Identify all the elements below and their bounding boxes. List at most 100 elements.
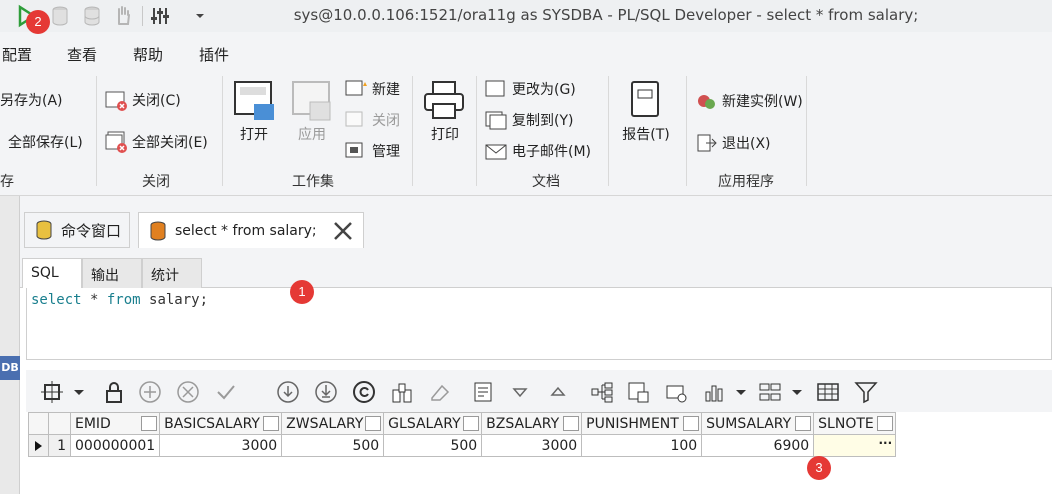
cell-bzsalary[interactable]: 3000 <box>481 434 583 457</box>
menu-item-help[interactable]: 帮助 <box>133 44 163 65</box>
save-all-button[interactable]: 全部保存(L) <box>8 132 83 152</box>
close-workset-icon <box>344 109 368 131</box>
cell-zwsalary[interactable]: 500 <box>281 434 385 457</box>
chart-icon[interactable] <box>702 380 726 404</box>
save-as-button[interactable]: 另存为(A) <box>0 90 63 110</box>
sort-down-icon[interactable] <box>508 380 532 404</box>
grid-view-icon[interactable] <box>816 380 840 404</box>
email-label: 电子邮件(M) <box>512 144 592 160</box>
document-tabs: 命令窗口 select * from salary; <box>20 196 1052 254</box>
table-row[interactable]: 1 000000001 3000 500 500 3000 100 6900 ·… <box>28 434 897 457</box>
ribbon: 另存为(A) 全部保存(L) 存 关闭(C) 全部关闭(E) 关闭 打开 应用 … <box>0 68 1052 196</box>
close-all-icon <box>104 130 128 154</box>
close-button[interactable]: 关闭(C) <box>104 88 181 112</box>
close-all-button[interactable]: 全部关闭(E) <box>104 130 208 154</box>
column-header-bzsalary[interactable]: BZSALARY <box>481 412 583 435</box>
column-header-sumsalary[interactable]: SUMSALARY <box>701 412 815 435</box>
dropdown-icon[interactable] <box>68 380 92 404</box>
column-label: EMID <box>75 415 111 432</box>
refresh-icon[interactable] <box>352 380 376 404</box>
sql-editor[interactable]: select * from salary; <box>26 288 1052 360</box>
open-workset-button[interactable]: 打开 <box>230 78 278 144</box>
cell-sumsalary[interactable]: 6900 <box>701 434 815 457</box>
manage-workset-button[interactable]: 管理 <box>344 140 400 162</box>
command-window-icon <box>33 219 55 241</box>
cell-basicsalary[interactable]: 3000 <box>159 434 283 457</box>
column-menu-button[interactable] <box>263 416 280 431</box>
column-label: PUNISHMENT <box>586 415 679 432</box>
row-number: 1 <box>48 434 71 457</box>
column-header-basicsalary[interactable]: BASICSALARY <box>159 412 283 435</box>
manage-workset-icon <box>344 140 368 162</box>
tab-sql-window[interactable]: select * from salary; <box>138 212 364 248</box>
row-number-header <box>48 412 71 435</box>
print-button[interactable]: 打印 <box>420 78 470 144</box>
tab-sql[interactable]: SQL <box>22 258 82 288</box>
sql-keyword: select <box>31 292 82 308</box>
menu-item-config[interactable]: 配置 <box>2 44 32 65</box>
close-all-label: 全部关闭(E) <box>132 135 208 151</box>
doc-group-label: 文档 <box>532 174 560 190</box>
apply-workset-button: 应用 <box>288 78 336 144</box>
table-header-row: EMID BASICSALARY ZWSALARY GLSALARY BZSAL… <box>28 412 897 435</box>
next-page-icon[interactable] <box>276 380 300 404</box>
last-page-icon[interactable] <box>314 380 338 404</box>
column-menu-button[interactable] <box>365 416 382 431</box>
column-header-emid[interactable]: EMID <box>69 412 161 435</box>
close-tab-icon[interactable] <box>331 219 355 243</box>
tab-output[interactable]: 输出 <box>82 258 142 288</box>
save-icon[interactable] <box>626 380 650 404</box>
column-header-slnote[interactable]: SLNOTE <box>813 412 897 435</box>
menu-item-plugins[interactable]: 插件 <box>199 44 229 65</box>
column-menu-button[interactable] <box>877 416 894 431</box>
column-menu-button[interactable] <box>463 416 480 431</box>
title-bar: sys@10.0.0.106:1521/ora11g as SYSDBA - P… <box>0 0 1052 32</box>
chart-dropdown-icon[interactable] <box>730 380 754 404</box>
column-header-punishment[interactable]: PUNISHMENT <box>581 412 703 435</box>
sql-text: select * from salary; <box>31 292 208 308</box>
cell-punishment[interactable]: 100 <box>581 434 703 457</box>
layout-icon[interactable] <box>758 380 782 404</box>
printer-icon <box>420 78 470 124</box>
print-grid-icon[interactable] <box>664 380 688 404</box>
column-menu-button[interactable] <box>563 416 580 431</box>
exit-button[interactable]: 退出(X) <box>694 132 771 154</box>
change-to-button[interactable]: 更改为(G) <box>484 78 576 100</box>
column-header-glsalary[interactable]: GLSALARY <box>383 412 483 435</box>
export-icon[interactable] <box>472 380 496 404</box>
query-by-example-icon[interactable] <box>390 380 414 404</box>
close-doc-icon <box>104 88 128 112</box>
cell-emid[interactable]: 000000001 <box>69 434 161 457</box>
tab-command-window[interactable]: 命令窗口 <box>24 212 131 248</box>
cell-slnote[interactable]: ··· <box>813 434 897 457</box>
column-header-zwsalary[interactable]: ZWSALARY <box>281 412 385 435</box>
step-badge-2: 2 <box>26 10 50 34</box>
result-table: EMID BASICSALARY ZWSALARY GLSALARY BZSAL… <box>28 412 897 457</box>
layout-dropdown-icon[interactable] <box>786 380 810 404</box>
column-menu-button[interactable] <box>141 416 158 431</box>
column-label: GLSALARY <box>388 415 461 432</box>
new-workset-button[interactable]: 新建 <box>344 78 400 100</box>
new-instance-button[interactable]: 新建实例(W) <box>694 90 803 112</box>
filter-icon[interactable] <box>854 380 878 404</box>
column-menu-button[interactable] <box>683 416 700 431</box>
copy-to-button[interactable]: 复制到(Y) <box>484 109 573 131</box>
menu-item-view[interactable]: 查看 <box>67 44 97 65</box>
sub-tabs: SQL 输出 统计 <box>20 254 1052 288</box>
tab-statistics[interactable]: 统计 <box>142 258 202 288</box>
column-menu-button[interactable] <box>795 416 812 431</box>
current-row-indicator <box>28 434 49 457</box>
lock-icon[interactable] <box>102 380 126 404</box>
tree-icon[interactable] <box>590 380 614 404</box>
left-strip: DB <box>0 196 20 494</box>
email-button[interactable]: 电子邮件(M) <box>484 140 591 162</box>
cell-glsalary[interactable]: 500 <box>383 434 483 457</box>
report-button[interactable]: 报告(T) <box>616 78 676 144</box>
sort-up-icon[interactable] <box>546 380 570 404</box>
column-label: BZSALARY <box>486 415 560 432</box>
grid-toolbar <box>26 370 1052 412</box>
select-columns-icon[interactable] <box>40 380 64 404</box>
cell-editor-ellipsis-button[interactable]: ··· <box>878 436 892 450</box>
ribbon-separator <box>686 76 687 186</box>
report-icon <box>616 78 676 124</box>
